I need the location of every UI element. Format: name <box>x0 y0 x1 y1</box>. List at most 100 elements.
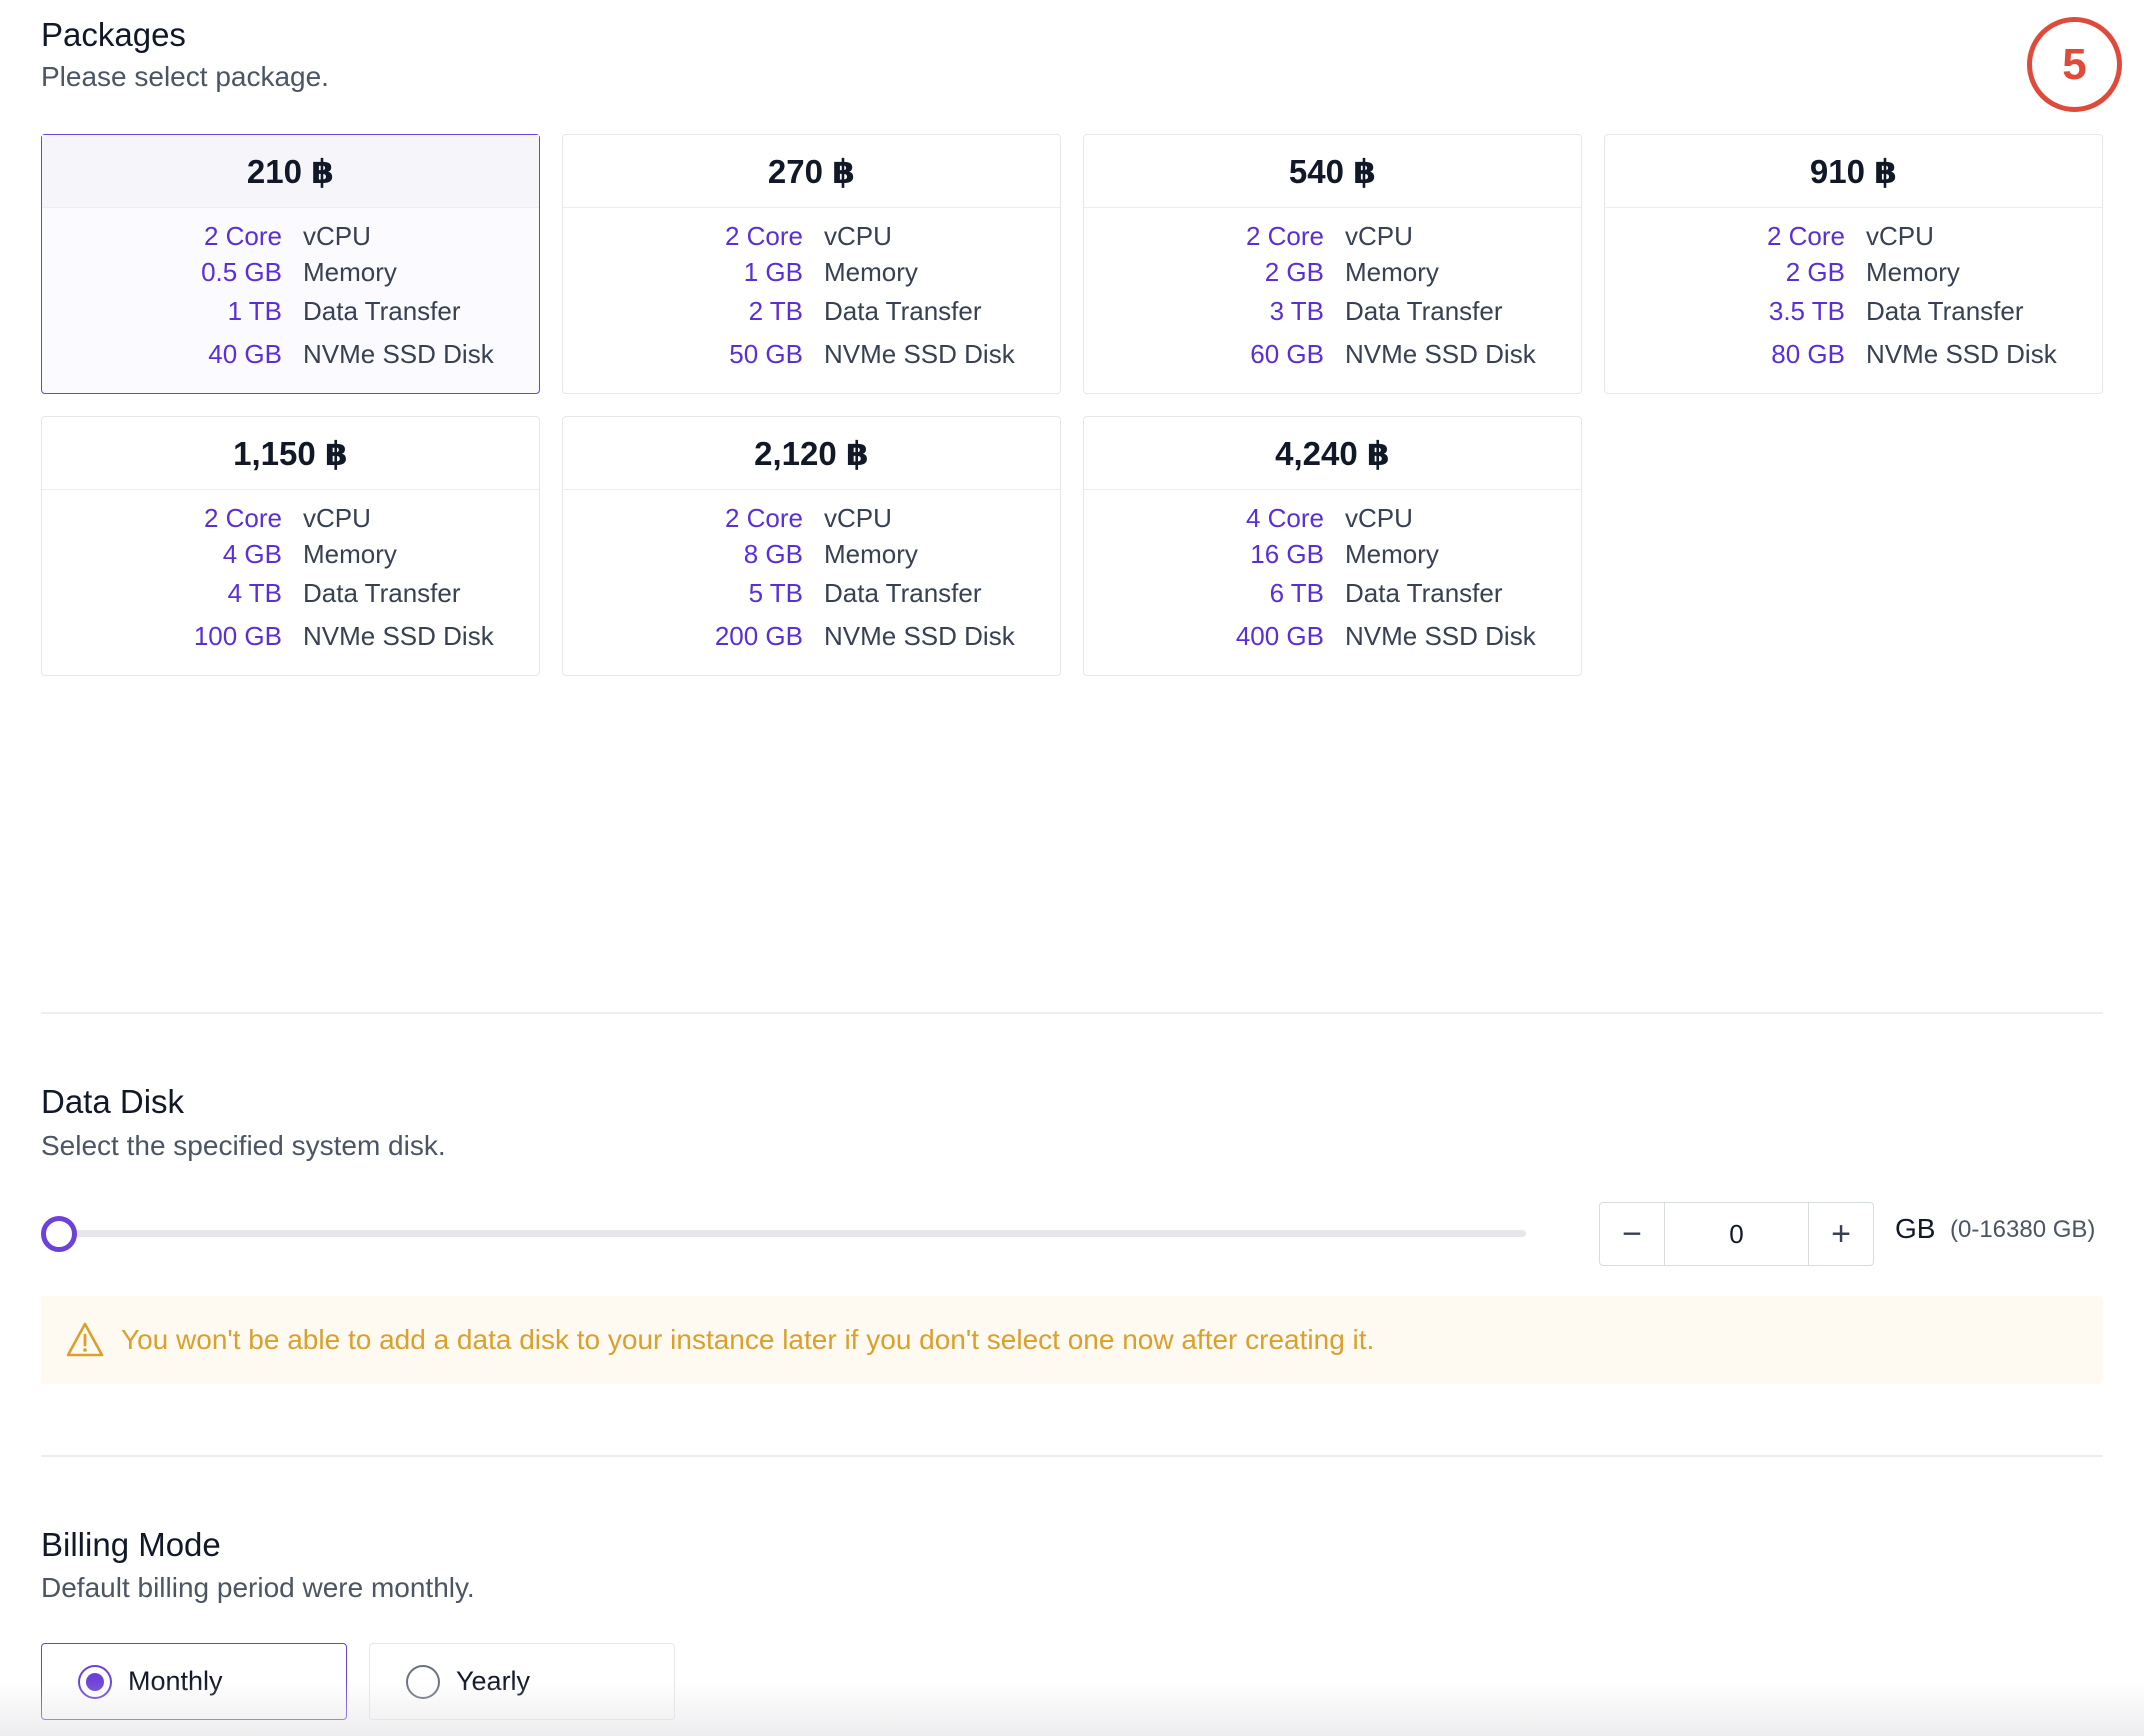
package-price: 4,240 ฿ <box>1084 417 1581 490</box>
package-specs: 2 Core vCPU 2 GB Memory 3.5 TB Data Transfe… <box>1605 208 2102 375</box>
spec-row-transfer: 4 TB Data Transfer <box>42 572 539 615</box>
spec-value: 6 TB <box>1269 578 1324 608</box>
spec-label: NVMe SSD Disk <box>303 338 494 369</box>
spec-value: 16 GB <box>1250 538 1324 569</box>
billing-mode-title: Billing Mode <box>41 1526 221 1563</box>
package-price: 2,120 ฿ <box>563 417 1060 490</box>
data-disk-size-stepper: − + <box>1599 1202 1874 1266</box>
spec-row-memory: 0.5 GB Memory <box>42 254 539 290</box>
billing-option-yearly[interactable]: Yearly <box>369 1643 675 1720</box>
spec-value: 2 GB <box>1785 256 1845 287</box>
package-card[interactable]: 210 ฿ 2 Core vCPU 0.5 GB Memory 1 TB Data T… <box>41 134 540 394</box>
radio-selected-icon[interactable] <box>78 1664 112 1699</box>
spec-row-transfer: 3 TB Data Transfer <box>1084 290 1581 333</box>
spec-row-vcpu: 2 Core vCPU <box>42 500 539 536</box>
spec-label: vCPU <box>303 220 371 251</box>
increment-button[interactable]: + <box>1808 1203 1873 1265</box>
spec-label: Memory <box>1345 538 1439 569</box>
data-disk-warning: You won't be able to add a data disk to … <box>41 1296 2103 1384</box>
spec-row-vcpu: 2 Core vCPU <box>563 218 1060 254</box>
spec-label: Data Transfer <box>303 578 461 608</box>
package-price: 210 ฿ <box>42 135 539 208</box>
warning-triangle-icon <box>66 1322 104 1357</box>
billing-mode-subtitle: Default billing period were monthly. <box>41 1572 475 1603</box>
package-price: 910 ฿ <box>1605 135 2102 208</box>
data-disk-title: Data Disk <box>41 1083 185 1120</box>
spec-row-memory: 2 GB Memory <box>1605 254 2102 290</box>
radio-unselected-icon[interactable] <box>406 1664 440 1699</box>
spec-value: 4 Core <box>1245 502 1324 533</box>
section-divider <box>41 1455 2103 1457</box>
package-specs: 2 Core vCPU 1 GB Memory 2 TB Data Transfer … <box>563 208 1060 375</box>
spec-label: Data Transfer <box>1866 296 2024 326</box>
package-card[interactable]: 910 ฿ 2 Core vCPU 2 GB Memory 3.5 TB Data T… <box>1604 134 2103 394</box>
spec-value: 2 Core <box>203 220 282 251</box>
spec-row-transfer: 1 TB Data Transfer <box>42 290 539 333</box>
spec-label: NVMe SSD Disk <box>1345 620 1536 651</box>
spec-row-memory: 2 GB Memory <box>1084 254 1581 290</box>
package-price: 270 ฿ <box>563 135 1060 208</box>
package-card[interactable]: 4,240 ฿ 4 Core vCPU 16 GB Memory 6 TB Data … <box>1083 416 1582 676</box>
data-disk-slider-track[interactable] <box>58 1230 1526 1237</box>
spec-value: 5 TB <box>748 578 803 608</box>
spec-row-disk: 40 GB NVMe SSD Disk <box>42 333 539 375</box>
warning-text: You won't be able to add a data disk to … <box>121 1324 1375 1355</box>
spec-value: 4 TB <box>227 578 282 608</box>
billing-option-monthly[interactable]: Monthly <box>41 1643 347 1720</box>
spec-row-memory: 1 GB Memory <box>563 254 1060 290</box>
package-price: 540 ฿ <box>1084 135 1581 208</box>
spec-label: NVMe SSD Disk <box>824 338 1015 369</box>
package-card[interactable]: 2,120 ฿ 2 Core vCPU 8 GB Memory 5 TB Data T… <box>562 416 1061 676</box>
spec-label: Data Transfer <box>1345 578 1503 608</box>
spec-row-transfer: 3.5 TB Data Transfer <box>1605 290 2102 333</box>
data-disk-slider-handle[interactable] <box>41 1216 77 1252</box>
spec-label: Memory <box>1345 256 1439 287</box>
package-specs: 2 Core vCPU 0.5 GB Memory 1 TB Data Transfe… <box>42 208 539 375</box>
package-grid: 210 ฿ 2 Core vCPU 0.5 GB Memory 1 TB Data T… <box>41 134 2103 676</box>
spec-label: Memory <box>303 538 397 569</box>
spec-row-vcpu: 4 Core vCPU <box>1084 500 1581 536</box>
spec-row-memory: 16 GB Memory <box>1084 536 1581 572</box>
spec-label: Data Transfer <box>303 296 461 326</box>
package-price: 1,150 ฿ <box>42 417 539 490</box>
spec-row-vcpu: 2 Core vCPU <box>1605 218 2102 254</box>
package-card[interactable]: 540 ฿ 2 Core vCPU 2 GB Memory 3 TB Data Tra… <box>1083 134 1582 394</box>
spec-label: Memory <box>824 256 918 287</box>
data-disk-size-input[interactable] <box>1665 1203 1808 1265</box>
spec-label: NVMe SSD Disk <box>303 620 494 651</box>
step-number-badge: 5 <box>2027 17 2122 112</box>
spec-label: Data Transfer <box>1345 296 1503 326</box>
spec-row-vcpu: 2 Core vCPU <box>563 500 1060 536</box>
package-specs: 2 Core vCPU 8 GB Memory 5 TB Data Transfer … <box>563 490 1060 657</box>
spec-value: 2 GB <box>1264 256 1324 287</box>
spec-row-disk: 80 GB NVMe SSD Disk <box>1605 333 2102 375</box>
spec-label: Memory <box>824 538 918 569</box>
spec-value: 4 GB <box>222 538 282 569</box>
spec-value: 60 GB <box>1250 338 1324 369</box>
package-card[interactable]: 1,150 ฿ 2 Core vCPU 4 GB Memory 4 TB Data T… <box>41 416 540 676</box>
data-disk-subtitle: Select the specified system disk. <box>41 1130 446 1161</box>
spec-value: 2 Core <box>1766 220 1845 251</box>
decrement-button[interactable]: − <box>1600 1203 1665 1265</box>
spec-value: 80 GB <box>1771 338 1845 369</box>
spec-value: 1 TB <box>227 296 282 326</box>
spec-value: 3.5 TB <box>1768 296 1845 326</box>
spec-label: vCPU <box>1345 220 1413 251</box>
package-card[interactable]: 270 ฿ 2 Core vCPU 1 GB Memory 2 TB Data Tra… <box>562 134 1061 394</box>
spec-value: 8 GB <box>743 538 803 569</box>
section-divider <box>41 1012 2103 1014</box>
package-specs: 2 Core vCPU 4 GB Memory 4 TB Data Transfer … <box>42 490 539 657</box>
spec-row-memory: 8 GB Memory <box>563 536 1060 572</box>
spec-value: 3 TB <box>1269 296 1324 326</box>
spec-row-vcpu: 2 Core vCPU <box>1084 218 1581 254</box>
spec-label: NVMe SSD Disk <box>1866 338 2057 369</box>
spec-value: 40 GB <box>208 338 282 369</box>
spec-value: 1 GB <box>743 256 803 287</box>
spec-label: Memory <box>303 256 397 287</box>
spec-value: 2 Core <box>1245 220 1324 251</box>
radio-dot <box>86 1672 104 1691</box>
spec-label: Memory <box>1866 256 1960 287</box>
spec-label: vCPU <box>824 502 892 533</box>
spec-value: 100 GB <box>193 620 282 651</box>
data-disk-unit: GB <box>1895 1213 1936 1244</box>
